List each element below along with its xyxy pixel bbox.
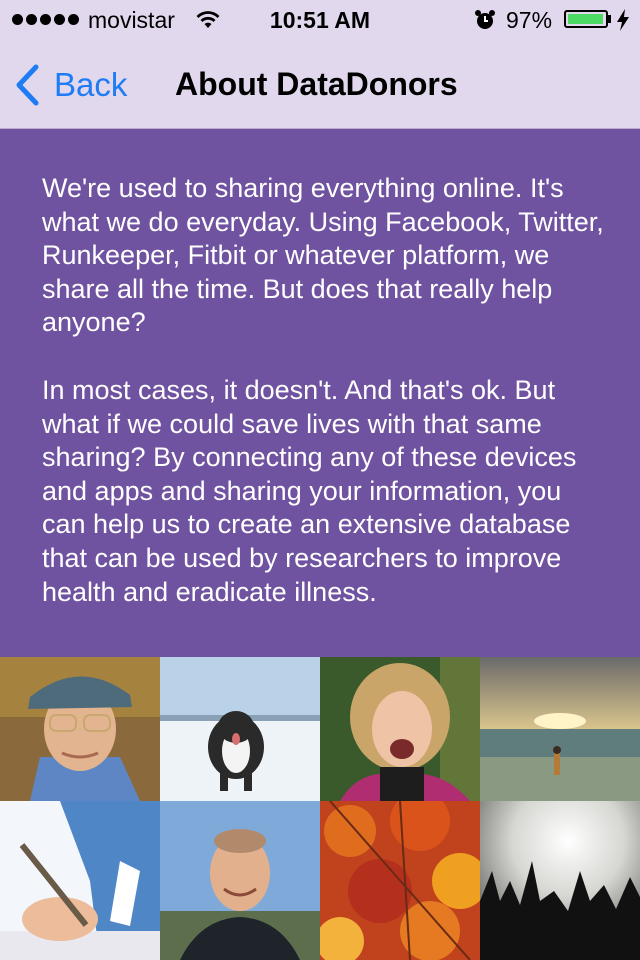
charging-bolt-icon [617,9,629,31]
about-paragraph: In most cases, it doesn't. And that's ok… [42,374,577,607]
back-button-label: Back [54,66,128,103]
battery-level-fill [568,14,603,24]
battery-icon [564,10,608,28]
battery-percentage: 97% [506,7,553,33]
status-bar: movistar 10:51 AM 97% [0,0,640,40]
writing-hand-photo [0,801,160,960]
about-paragraph: We're used to sharing everything online.… [42,173,604,338]
page-title: About DataDonors [175,66,458,102]
laughing-woman-photo [320,657,480,801]
battery-cap [608,15,611,23]
smiling-man-photo [160,801,320,960]
navigation-header: movistar 10:51 AM 97% Back About DataDon… [0,0,640,129]
beach-sunset-photo [480,657,640,801]
back-button[interactable]: Back [14,60,127,110]
dog-in-snow-photo [160,657,320,801]
photo-grid [0,657,640,960]
about-text: We're used to sharing everything online.… [42,172,612,643]
autumn-leaves-photo [320,801,480,960]
alarm-clock-icon [475,10,495,29]
elderly-man-photo [0,657,160,801]
concert-crowd-photo [480,801,640,960]
chevron-left-icon [16,64,39,106]
